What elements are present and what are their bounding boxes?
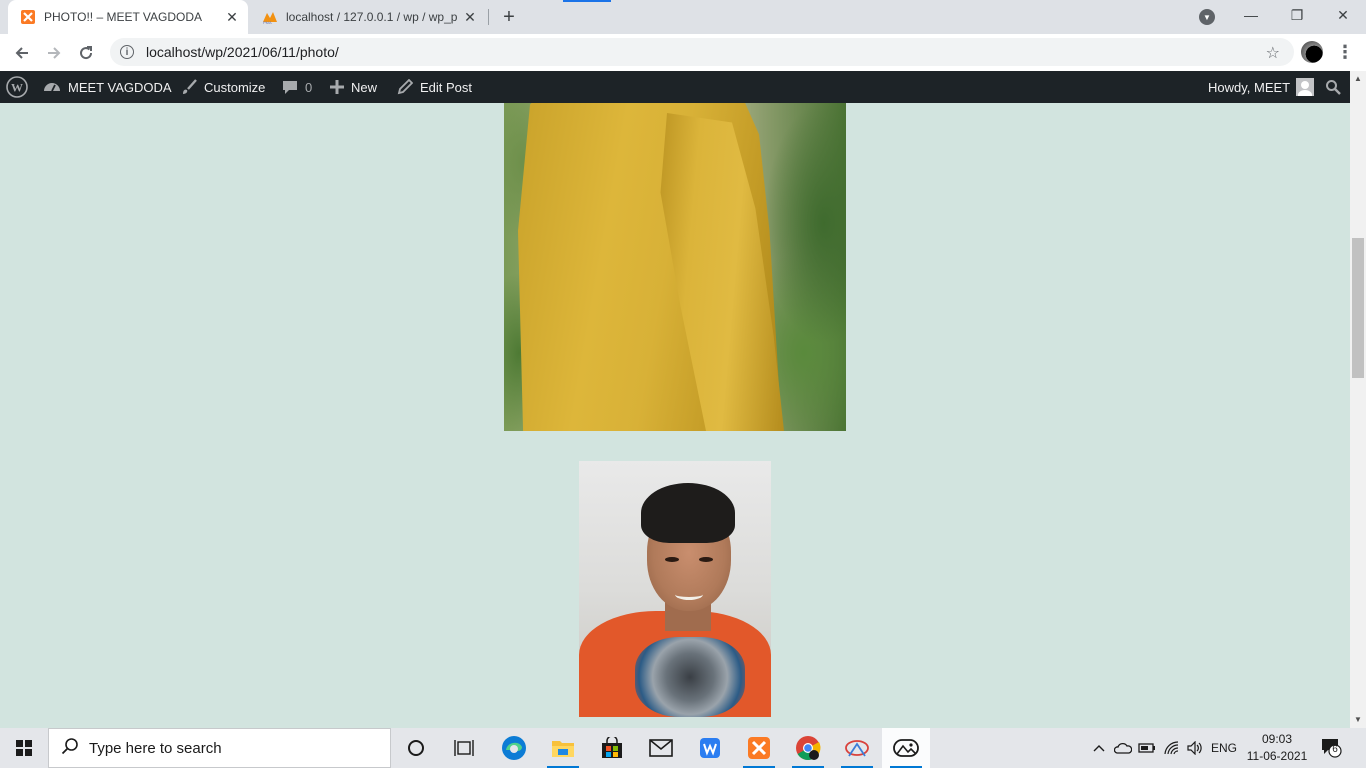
admin-site-name[interactable]: MEET VAGDODA: [43, 71, 172, 103]
site-name-label: MEET VAGDODA: [68, 79, 172, 95]
admin-my-account[interactable]: Howdy, MEET: [1208, 71, 1315, 103]
new-tab-button[interactable]: +: [498, 6, 520, 28]
url-text: localhost/wp/2021/06/11/photo/: [146, 44, 339, 60]
svg-text:W: W: [11, 81, 23, 95]
mail-icon[interactable]: [637, 728, 685, 768]
scroll-down-arrow-icon[interactable]: ▼: [1350, 712, 1366, 728]
xampp-icon[interactable]: [735, 728, 783, 768]
customize-label: Customize: [204, 79, 266, 95]
tab-phpmyadmin[interactable]: PMA localhost / 127.0.0.1 / wp / wp_p ✕: [250, 0, 486, 34]
eye-right: [699, 557, 713, 562]
admin-search-icon[interactable]: [1325, 71, 1341, 103]
browser-menu-icon[interactable]: ⋮: [1336, 42, 1354, 62]
forward-button[interactable]: [40, 39, 68, 67]
search-icon: [61, 737, 79, 760]
post-content: [0, 103, 1350, 728]
photos-icon[interactable]: [882, 728, 930, 768]
comment-icon: [282, 79, 298, 95]
address-bar[interactable]: i localhost/wp/2021/06/11/photo/ ☆: [110, 38, 1294, 66]
windows-logo-icon: [16, 740, 32, 756]
wp-admin-bar: W MEET VAGDODA Customize 0 New Edit Post…: [0, 71, 1350, 103]
search-placeholder: Type here to search: [89, 739, 222, 757]
windows-taskbar: Type here to search ENG 09:03 11-06-2021…: [0, 728, 1366, 768]
volume-icon[interactable]: [1184, 728, 1206, 768]
action-center-icon[interactable]: 6: [1320, 736, 1342, 758]
admin-new[interactable]: New: [330, 71, 377, 103]
page-scrollbar[interactable]: ▲ ▼: [1350, 71, 1366, 728]
tab-title: localhost / 127.0.0.1 / wp / wp_p: [286, 10, 458, 24]
comments-count: 0: [305, 79, 313, 95]
scroll-thumb[interactable]: [1352, 238, 1364, 378]
photo-yellow-shirt[interactable]: [504, 103, 846, 431]
minimize-button[interactable]: —: [1228, 0, 1274, 30]
tab-loading-indicator: [563, 0, 611, 2]
admin-edit-post[interactable]: Edit Post: [397, 71, 472, 103]
shirt-print: [635, 637, 745, 717]
snipping-icon[interactable]: [833, 728, 881, 768]
tab-strip: PHOTO!! – MEET VAGDODA ✕ PMA localhost /…: [0, 0, 1366, 34]
notification-count: 6: [1332, 744, 1338, 755]
reload-button[interactable]: [72, 39, 100, 67]
forward-arrow-icon: [48, 47, 61, 59]
svg-text:PMA: PMA: [263, 20, 272, 25]
close-icon[interactable]: ✕: [222, 7, 242, 27]
battery-icon[interactable]: [1136, 728, 1158, 768]
close-window-button[interactable]: ✕: [1320, 0, 1366, 30]
admin-comments[interactable]: 0: [282, 71, 312, 103]
onedrive-icon[interactable]: [1112, 728, 1134, 768]
scroll-up-arrow-icon[interactable]: ▲: [1350, 71, 1366, 87]
back-arrow-icon: [15, 47, 28, 59]
clock-date: 11-06-2021: [1246, 749, 1308, 763]
store-icon[interactable]: [588, 728, 636, 768]
plus-icon: [330, 80, 344, 94]
bookmark-star-icon[interactable]: ☆: [1266, 43, 1280, 63]
phpmyadmin-icon: PMA: [262, 9, 278, 25]
tab-separator: [488, 9, 489, 25]
clock-time: 09:03: [1261, 732, 1293, 746]
user-avatar: [1296, 78, 1315, 96]
dashboard-icon: [43, 79, 61, 95]
back-button[interactable]: [8, 39, 36, 67]
system-clock[interactable]: 09:03 11-06-2021: [1240, 731, 1314, 765]
close-icon[interactable]: ✕: [460, 7, 480, 27]
taskbar-search[interactable]: Type here to search: [48, 728, 391, 768]
profile-avatar[interactable]: [1301, 41, 1323, 63]
tray-expand-icon[interactable]: [1089, 728, 1109, 768]
task-view-icon[interactable]: [440, 728, 488, 768]
wordpress-logo-icon[interactable]: W: [6, 71, 28, 103]
restore-button[interactable]: ❐: [1274, 0, 1320, 30]
tab-search-icon[interactable]: ▼: [1199, 9, 1215, 25]
admin-customize[interactable]: Customize: [181, 71, 265, 103]
edit-post-label: Edit Post: [420, 79, 473, 95]
wps-office-icon[interactable]: [686, 728, 734, 768]
howdy-label: Howdy, MEET: [1208, 79, 1291, 95]
eye-left: [665, 557, 679, 562]
start-button[interactable]: [0, 728, 48, 768]
cortana-icon[interactable]: [392, 728, 440, 768]
pencil-icon: [397, 79, 413, 95]
reload-icon: [80, 46, 93, 60]
smile: [675, 589, 703, 600]
xampp-icon: [20, 9, 36, 25]
hair: [641, 483, 735, 543]
edge-icon[interactable]: [490, 728, 538, 768]
paintbrush-icon: [181, 79, 197, 95]
new-label: New: [351, 79, 378, 95]
language-indicator[interactable]: ENG: [1208, 728, 1240, 768]
file-explorer-icon[interactable]: [539, 728, 587, 768]
tab-title: PHOTO!! – MEET VAGDODA: [44, 10, 203, 24]
wifi-icon[interactable]: [1160, 728, 1184, 768]
photo-selfie[interactable]: [579, 461, 771, 717]
browser-toolbar: i localhost/wp/2021/06/11/photo/ ☆ ⋮: [0, 34, 1366, 71]
chrome-icon[interactable]: [784, 728, 832, 768]
site-info-icon[interactable]: i: [120, 45, 134, 59]
tab-photo[interactable]: PHOTO!! – MEET VAGDODA ✕: [8, 0, 248, 34]
